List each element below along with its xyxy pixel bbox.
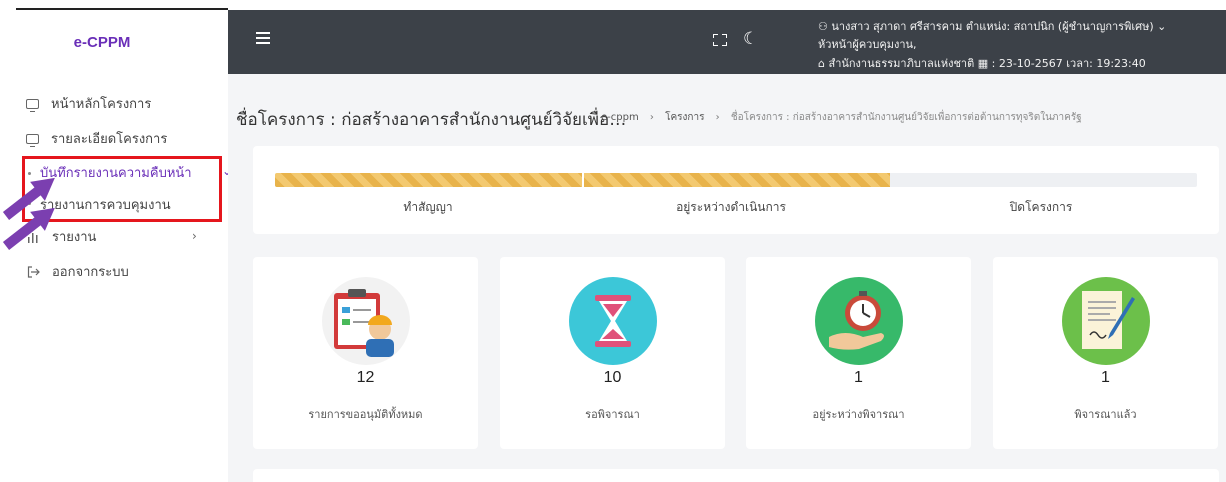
progress-step-label: ทำสัญญา: [403, 200, 453, 214]
chevron-right-icon: ›: [192, 229, 197, 243]
logout-icon: [26, 265, 40, 278]
home-icon: ⌂: [818, 57, 829, 70]
date-time: : 23-10-2567 เวลา: 19:23:40: [991, 57, 1146, 70]
stat-value: 1: [1101, 369, 1110, 386]
sidebar-item-label: หน้าหลักโครงการ: [51, 97, 152, 112]
stat-label: อยู่ระหว่างพิจารณา: [812, 408, 905, 421]
breadcrumb-current: ชื่อโครงการ : ก่อสร้างอาคารสำนักงานศูนย์…: [730, 112, 1082, 123]
stat-card-reviewed[interactable]: 1 พิจารณาแล้ว: [993, 257, 1218, 449]
user-menu[interactable]: ⚇ นางสาว สุภาดา ศรีสารคาม ตำแหน่ง: สถาปน…: [818, 17, 1166, 35]
stat-value: 12: [356, 369, 375, 386]
stat-card-pending[interactable]: 10 รอพิจารณา: [500, 257, 725, 449]
org-date-line: ⌂ สำนักงานธรรมาภิบาลแห่งชาติ ▦ : 23-10-2…: [818, 54, 1146, 72]
progress-segment: [275, 173, 583, 187]
sidebar-item-logout[interactable]: ออกจากระบบ: [0, 254, 228, 289]
bottom-card: [253, 469, 1219, 482]
stat-label: รอพิจารณา: [585, 408, 640, 421]
organization-name: สำนักงานธรรมาภิบาลแห่งชาติ: [828, 57, 975, 70]
sidebar-item-project-details[interactable]: รายละเอียดโครงการ: [0, 121, 228, 156]
sidebar-item-label: ออกจากระบบ: [52, 265, 129, 280]
top-bar: ☾ ⚇ นางสาว สุภาดา ศรีสารคาม ตำแหน่ง: สถา…: [228, 10, 1226, 74]
page-title: ชื่อโครงการ : ก่อสร้างอาคารสำนักงานศูนย์…: [236, 110, 627, 130]
fullscreen-icon[interactable]: [713, 34, 727, 46]
app-root: e-CPPM หน้าหลักโครงการ รายละเอียดโครงการ…: [0, 0, 1226, 482]
hamburger-menu-icon[interactable]: [256, 32, 270, 44]
breadcrumb-section[interactable]: โครงการ: [665, 112, 704, 123]
progress-step-label: ปิดโครงการ: [1009, 200, 1073, 214]
moon-icon[interactable]: ☾: [743, 29, 758, 49]
user-info: นางสาว สุภาดา ศรีสารคาม ตำแหน่ง: สถาปนิก…: [831, 20, 1154, 33]
hourglass-icon: [569, 277, 657, 365]
progress-step-label: อยู่ระหว่างดำเนินการ: [676, 200, 786, 214]
stat-label: พิจารณาแล้ว: [1074, 408, 1137, 421]
chevron-down-icon: ⌄: [1157, 20, 1167, 33]
calendar-icon: ▦: [977, 57, 989, 70]
breadcrumb-separator-icon: ›: [649, 112, 654, 123]
sidebar-item-label: รายละเอียดโครงการ: [51, 132, 168, 147]
project-progress-card: ทำสัญญา อยู่ระหว่างดำเนินการ ปิดโครงการ: [253, 146, 1219, 234]
clipboard-worker-icon: [322, 277, 410, 365]
sidebar-item-label: รายงาน: [52, 230, 97, 245]
progress-segment: [582, 173, 890, 187]
stat-value: 1: [854, 369, 863, 386]
brand-text: e-CPPM: [73, 33, 131, 51]
user-role: หัวหน้าผู้ควบคุมงาน,: [818, 38, 917, 51]
user-icon: ⚇: [818, 20, 832, 33]
stat-label: รายการขออนุมัติทั้งหมด: [308, 408, 423, 421]
breadcrumb-separator-icon: ›: [715, 112, 720, 123]
sidebar-item-project-home[interactable]: หน้าหลักโครงการ: [0, 86, 228, 121]
breadcrumb-root[interactable]: e-cppm: [601, 112, 639, 123]
monitor-icon: [26, 98, 39, 112]
progress-bar: [275, 173, 1197, 187]
stat-card-total-requests[interactable]: 12 รายการขออนุมัติทั้งหมด: [253, 257, 478, 449]
stat-value: 10: [603, 369, 622, 386]
sidebar: e-CPPM หน้าหลักโครงการ รายละเอียดโครงการ…: [0, 0, 232, 482]
signed-document-icon: [1062, 277, 1150, 365]
brand-logo[interactable]: e-CPPM: [16, 8, 228, 74]
stopwatch-hand-icon: [815, 277, 903, 365]
main-content: ชื่อโครงการ : ก่อสร้างอาคารสำนักงานศูนย์…: [228, 74, 1226, 482]
stat-card-in-review[interactable]: 1 อยู่ระหว่างพิจารณา: [746, 257, 971, 449]
breadcrumb: e-cppm › โครงการ › ชื่อโครงการ : ก่อสร้า…: [601, 110, 1082, 125]
monitor-icon: [26, 133, 39, 147]
